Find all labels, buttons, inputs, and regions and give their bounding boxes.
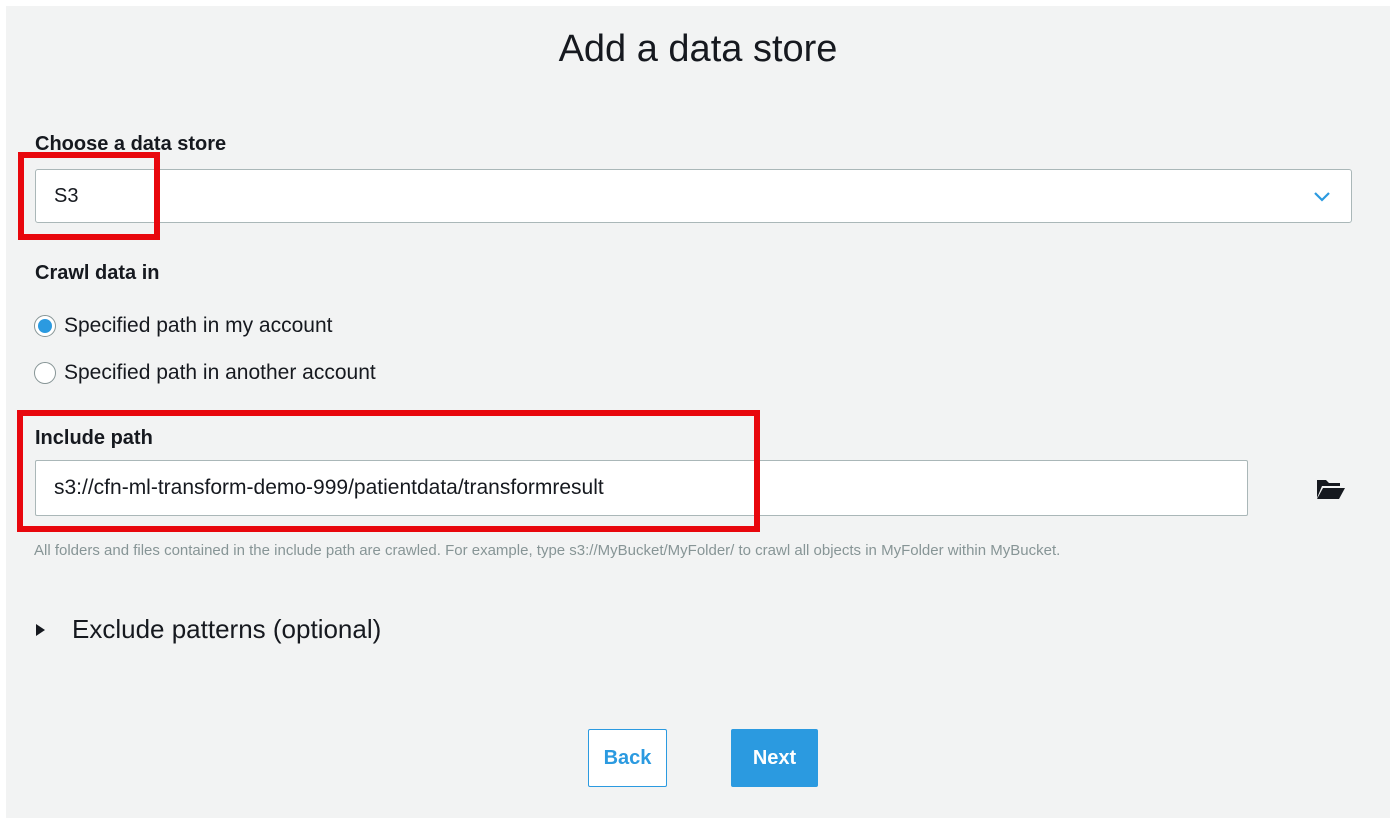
chevron-down-icon <box>1314 192 1330 202</box>
radio-my-account[interactable]: Specified path in my account <box>34 311 333 341</box>
add-data-store-panel: Add a data store Choose a data store S3 … <box>6 6 1390 818</box>
page-title: Add a data store <box>558 28 838 70</box>
next-button[interactable]: Next <box>731 729 818 787</box>
radio-another-account-button[interactable] <box>34 362 56 384</box>
radio-my-account-label: Specified path in my account <box>64 314 333 337</box>
include-path-help: All folders and files contained in the i… <box>34 542 1061 559</box>
crawl-data-label: Crawl data in <box>35 262 160 284</box>
exclude-patterns-label: Exclude patterns (optional) <box>72 614 382 644</box>
radio-another-account-label: Specified path in another account <box>64 361 376 384</box>
radio-my-account-button[interactable] <box>34 315 56 337</box>
include-path-input[interactable] <box>35 460 1248 516</box>
back-button[interactable]: Back <box>588 729 667 787</box>
exclude-patterns-toggle[interactable]: Exclude patterns (optional) <box>34 614 381 645</box>
radio-another-account[interactable]: Specified path in another account <box>34 358 376 388</box>
folder-open-icon[interactable] <box>1316 477 1346 501</box>
data-store-select[interactable]: S3 <box>35 169 1352 223</box>
include-path-label: Include path <box>35 427 153 449</box>
data-store-label: Choose a data store <box>35 133 227 155</box>
data-store-selected-value: S3 <box>54 185 79 207</box>
caret-right-icon <box>36 623 45 636</box>
